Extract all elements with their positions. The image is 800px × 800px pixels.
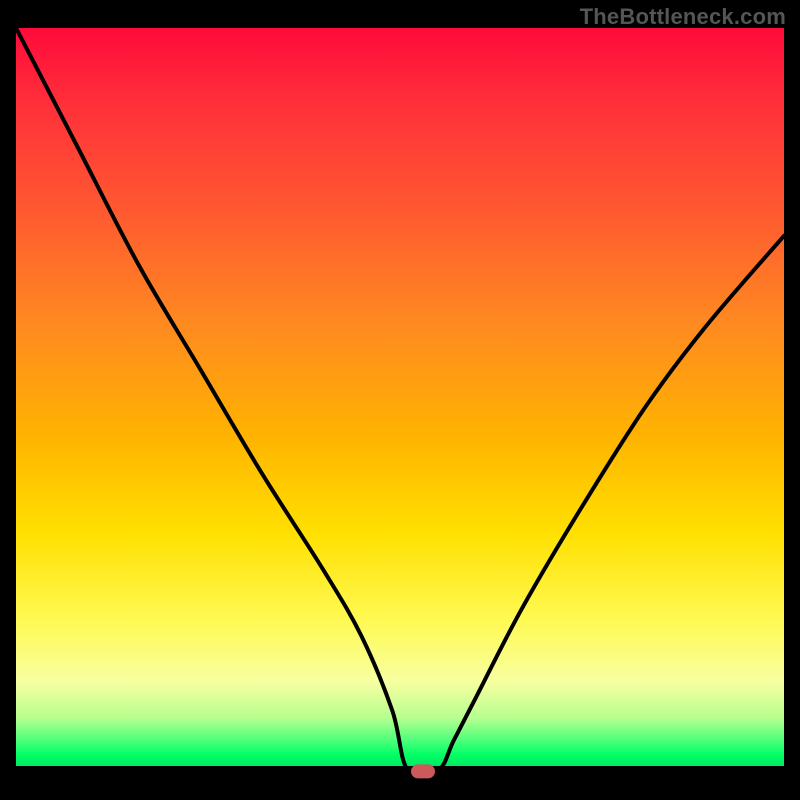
watermark-text: TheBottleneck.com: [580, 4, 786, 30]
min-marker: [411, 764, 435, 778]
chart-frame: TheBottleneck.com: [0, 0, 800, 800]
plot-area: [16, 28, 784, 770]
bottleneck-curve-path: [16, 28, 784, 770]
curve-svg: [16, 28, 784, 770]
